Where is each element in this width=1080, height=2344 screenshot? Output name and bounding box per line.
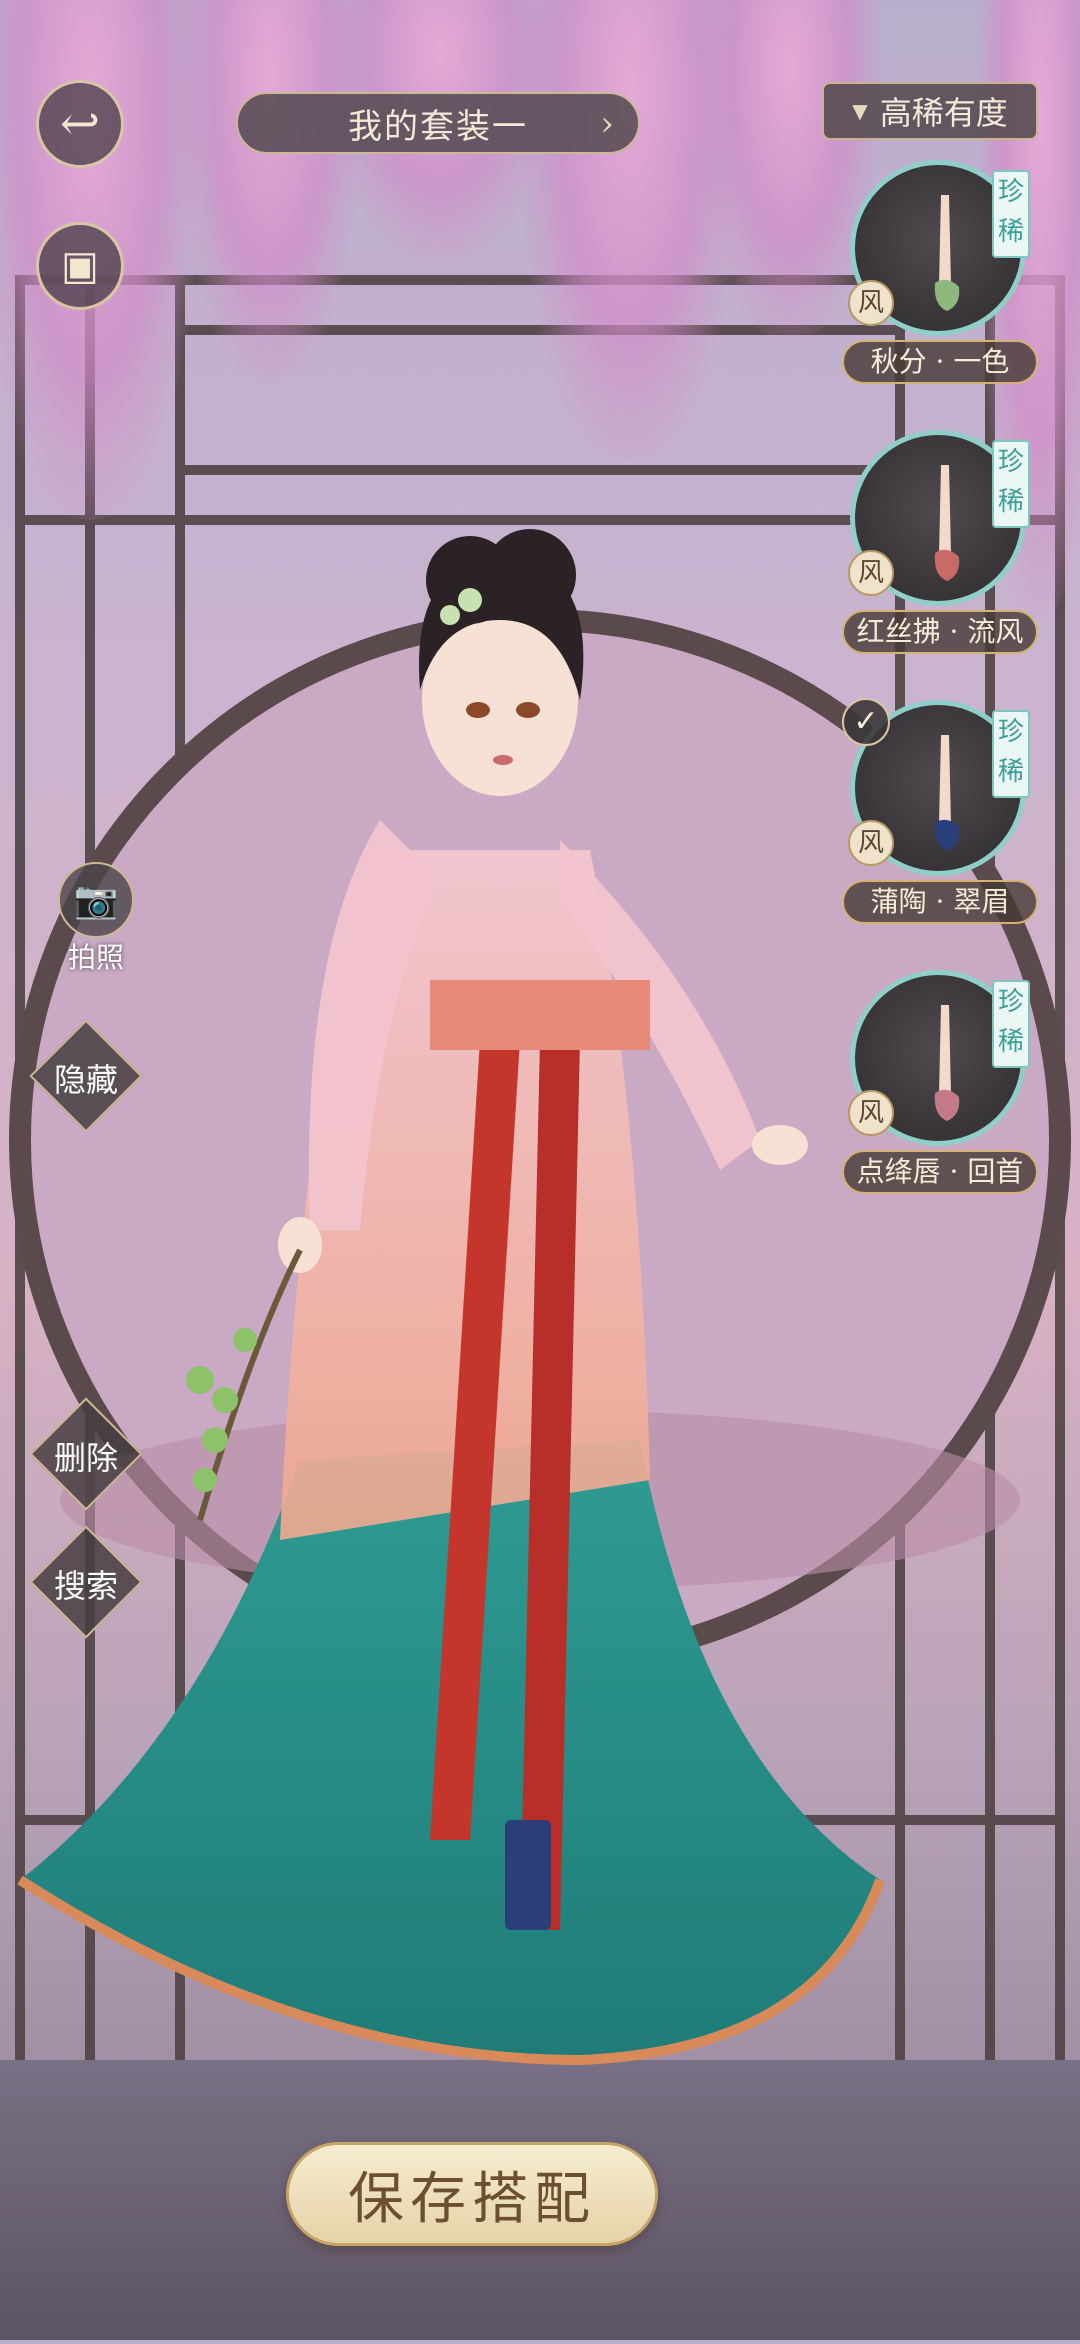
style-badge: 风 <box>848 280 894 326</box>
rarity-badge: 珍稀 <box>992 170 1030 258</box>
sort-dropdown[interactable]: ▼ 高稀有度 <box>822 82 1038 140</box>
save-outfit-button[interactable]: 保存搭配 <box>286 2142 658 2246</box>
back-arrow-icon: ↩ <box>59 96 101 152</box>
photo-button[interactable]: 📷 <box>58 862 134 938</box>
item-name: 点绛唇 · 回首 <box>842 1150 1038 1194</box>
chevron-right-icon: › <box>600 104 616 144</box>
back-button[interactable]: ↩ <box>36 80 124 168</box>
shoe-icon <box>934 195 960 311</box>
triangle-down-icon: ▼ <box>852 99 868 123</box>
rarity-badge: 珍稀 <box>992 980 1030 1068</box>
rarity-badge: 珍稀 <box>992 710 1030 798</box>
shoe-icon <box>934 465 960 581</box>
check-icon: ✓ <box>842 698 890 746</box>
item-name: 蒲陶 · 翠眉 <box>842 880 1038 924</box>
wardrobe-icon: ▣ <box>61 243 99 289</box>
style-badge: 风 <box>848 820 894 866</box>
outfit-title-selector[interactable]: 我的套装一 › <box>236 92 640 154</box>
style-badge: 风 <box>848 550 894 596</box>
item-name: 红丝拂 · 流风 <box>842 610 1038 654</box>
wardrobe-button[interactable]: ▣ <box>36 222 124 310</box>
sort-label: 高稀有度 <box>879 94 1008 132</box>
search-label: 搜索 <box>53 1567 118 1605</box>
photo-label: 拍照 <box>67 941 124 974</box>
shoe-icon <box>934 1005 960 1121</box>
camera-icon: 📷 <box>73 880 119 921</box>
delete-label: 删除 <box>53 1439 118 1477</box>
shoe-icon <box>934 735 960 851</box>
hide-label: 隐藏 <box>53 1061 118 1099</box>
style-badge: 风 <box>848 1090 894 1136</box>
outfit-title: 我的套装一 <box>348 106 528 147</box>
rarity-badge: 珍稀 <box>992 440 1030 528</box>
item-name: 秋分 · 一色 <box>842 340 1038 384</box>
